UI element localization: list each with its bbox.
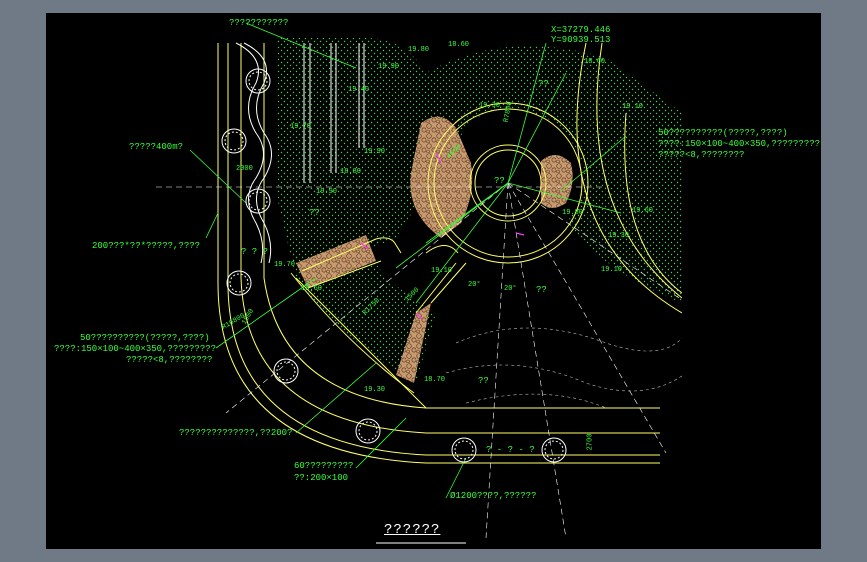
note-top-left: ??????????? — [229, 18, 289, 28]
qmarks-b: ? - ? - ? — [486, 445, 535, 455]
lawn-areas — [276, 38, 682, 383]
qmarks-c: ?? — [309, 208, 320, 218]
qmarks-g: ?? — [538, 79, 549, 89]
level-label: 19.40 — [348, 86, 370, 94]
level-label: 18.60 — [301, 285, 323, 293]
note-edge-2: ??:200×100 — [294, 473, 349, 483]
drawing-title: ?????? — [384, 522, 441, 538]
note-tree: Ø1200????,?????? — [450, 491, 537, 501]
coord-y: Y=90939.513 — [551, 35, 611, 45]
level-label: 19.60 — [632, 207, 654, 215]
dim-d1: 2700 — [586, 433, 595, 451]
dim-a2: 20° — [504, 285, 517, 293]
note-paving-left-3: ?????<8,???????? — [126, 355, 213, 365]
level-label: 19.30 — [608, 232, 630, 240]
qmarks-f: ?? — [536, 285, 547, 295]
level-label: 19.90 — [316, 188, 338, 196]
note-border-200: 200???*??*?????,???? — [92, 241, 201, 251]
note-area: ?????400m? — [129, 142, 184, 152]
level-label: 19.10 — [601, 266, 623, 274]
note-paving-right-3: ?????<8,???????? — [658, 150, 745, 160]
contour-lines — [445, 327, 682, 409]
level-label: 18.60 — [584, 58, 606, 66]
serpentine-edge — [235, 42, 264, 264]
level-label: 19.90 — [364, 148, 386, 156]
coord-x: X=37279.446 — [551, 25, 611, 35]
level-label: 19.30 — [479, 102, 501, 110]
level-label: 18.70 — [424, 376, 446, 384]
level-label: 19.70 — [274, 261, 296, 269]
level-label: 19.10 — [622, 103, 644, 111]
dim-a1: 20° — [468, 281, 481, 289]
qmarks-e: ?? — [478, 376, 489, 386]
qmarks-d: ?? — [494, 176, 505, 186]
qmarks-a: ? ? ? — [241, 247, 269, 257]
note-paving-right-1: 50??????????(?????,????) — [658, 128, 788, 138]
level-label: 19.80 — [408, 46, 430, 54]
note-paving-right-2: ????:150×100~400×350,????????? — [658, 139, 821, 149]
cad-viewport[interactable]: ??????????? X=37279.446 Y=90939.513 ????… — [46, 13, 821, 549]
level-label: 19.70 — [290, 123, 312, 131]
note-curb: ??????????????,??200? — [179, 428, 293, 438]
level-label: 18.80 — [340, 168, 362, 176]
note-paving-left-2: ????:150×100~400×350,????????? — [54, 344, 217, 354]
note-paving-left-1: 50??????????(?????,????) — [80, 333, 210, 343]
note-edge-1: 60????????? — [294, 461, 354, 471]
level-label: 19.10 — [431, 267, 453, 275]
level-label: 19.80 — [562, 209, 584, 217]
level-label: 19.90 — [378, 63, 400, 71]
level-label: 18.60 — [448, 41, 470, 49]
site-plan-drawing — [156, 22, 682, 544]
level-label: 19.30 — [364, 386, 386, 394]
dim-d2: 2000 — [236, 165, 253, 173]
